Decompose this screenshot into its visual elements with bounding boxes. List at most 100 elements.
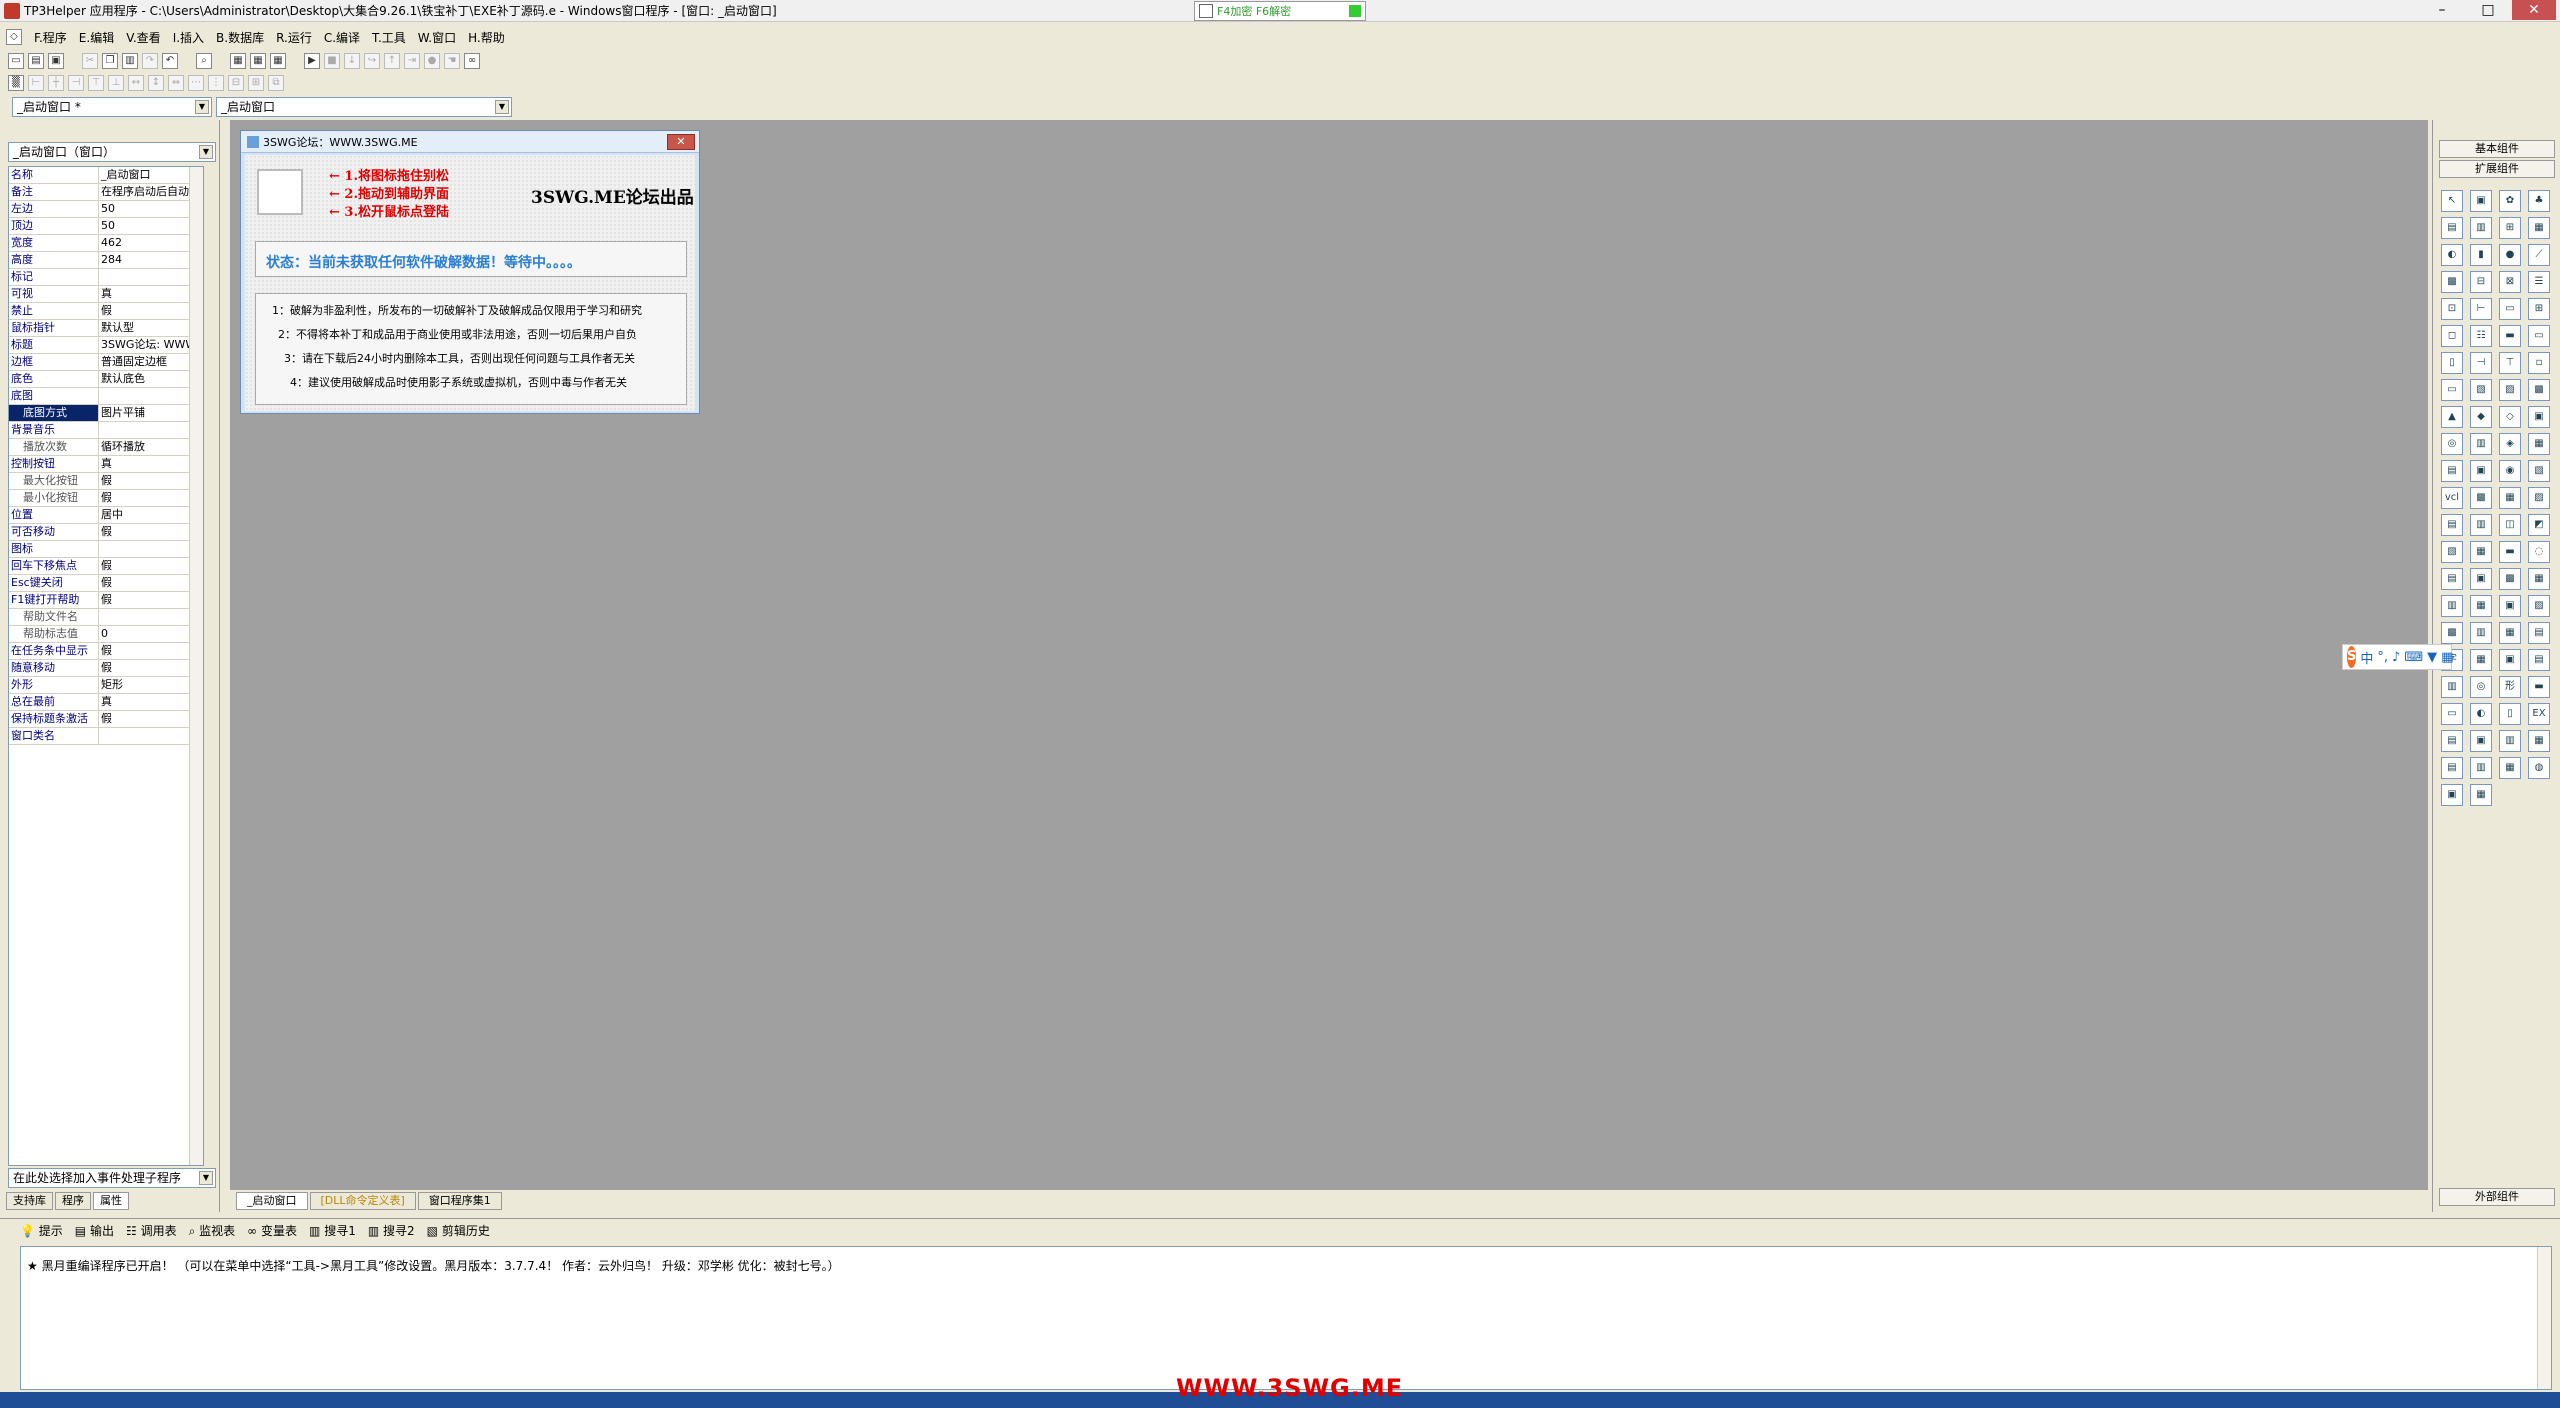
component-icon[interactable]: ◇ bbox=[2499, 406, 2521, 428]
component-icon[interactable]: ⊠ bbox=[2499, 271, 2521, 293]
property-value[interactable]: 3SWG论坛: WWW.3S bbox=[99, 337, 203, 353]
layout-3-icon[interactable]: ▦ bbox=[270, 53, 286, 69]
component-icon[interactable]: ◍ bbox=[2528, 757, 2550, 779]
h-spacing-icon[interactable]: ⋯ bbox=[188, 75, 204, 91]
property-row[interactable]: 底色 默认底色 bbox=[9, 371, 203, 388]
property-value[interactable]: 462 bbox=[99, 235, 203, 251]
property-row[interactable]: 控制按钮真 bbox=[9, 456, 203, 473]
component-icon[interactable]: ▤ bbox=[2441, 460, 2463, 482]
menu-item-database[interactable]: B.数据库 bbox=[216, 29, 264, 46]
property-row[interactable]: 位置 居中 bbox=[9, 507, 203, 524]
component-icon[interactable]: ▤ bbox=[2441, 514, 2463, 536]
menu-item-tools[interactable]: T.工具 bbox=[372, 29, 406, 46]
tab-dll-commands[interactable]: [DLL命令定义表] bbox=[309, 1192, 416, 1210]
component-icon[interactable]: ⊤ bbox=[2499, 352, 2521, 374]
property-row[interactable]: 禁止假 bbox=[9, 303, 203, 320]
component-icon[interactable]: ⟋ bbox=[2528, 244, 2550, 266]
component-icon[interactable]: ▦ bbox=[2470, 541, 2492, 563]
property-value[interactable] bbox=[99, 422, 203, 438]
property-row[interactable]: 帮助文件名 bbox=[9, 609, 203, 626]
property-row[interactable]: 最小化按钮假 bbox=[9, 490, 203, 507]
property-row[interactable]: 帮助标志值 0 bbox=[9, 626, 203, 643]
tab-watch[interactable]: ⌕ 监视表 bbox=[189, 1222, 236, 1239]
property-row[interactable]: 可视真 bbox=[9, 286, 203, 303]
component-icon[interactable]: ▲ bbox=[2441, 406, 2463, 428]
component-icon[interactable]: ▥ bbox=[2470, 622, 2492, 644]
property-value[interactable] bbox=[99, 388, 203, 404]
tab-hint[interactable]: 💡 提示 bbox=[20, 1222, 63, 1239]
property-row[interactable]: 可否移动假 bbox=[9, 524, 203, 541]
property-value[interactable]: 循环播放 bbox=[99, 439, 203, 455]
component-icon[interactable]: ▥ bbox=[2470, 433, 2492, 455]
property-row[interactable]: 高度 284 bbox=[9, 252, 203, 269]
menu-item-run[interactable]: R.运行 bbox=[276, 29, 312, 46]
open-file-icon[interactable]: ▤ bbox=[28, 53, 44, 69]
property-value[interactable]: 矩形 bbox=[99, 677, 203, 693]
same-width-icon[interactable]: ↔ bbox=[128, 75, 144, 91]
event-select[interactable]: 在此处选择加入事件处理子程序 ▼ bbox=[8, 1168, 216, 1188]
component-icon[interactable]: ◈ bbox=[2499, 433, 2521, 455]
cut-icon[interactable]: ✂ bbox=[82, 53, 98, 69]
menu-item-help[interactable]: H.帮助 bbox=[468, 29, 505, 46]
component-icon[interactable]: ▦ bbox=[2470, 595, 2492, 617]
component-icon[interactable]: ▦ bbox=[2470, 784, 2492, 806]
align-top-icon[interactable]: ⊤ bbox=[88, 75, 104, 91]
property-value[interactable]: 假 bbox=[99, 592, 203, 608]
component-icon[interactable]: ▤ bbox=[2441, 568, 2463, 590]
binoculars-icon[interactable]: ∞ bbox=[464, 53, 480, 69]
basic-components-button[interactable]: 基本组件 bbox=[2439, 140, 2555, 158]
save-icon[interactable]: ▣ bbox=[48, 53, 64, 69]
component-icon[interactable]: ⊢ bbox=[2470, 298, 2492, 320]
property-row[interactable]: 宽度 462 bbox=[9, 235, 203, 252]
component-icon[interactable]: ⊞ bbox=[2528, 298, 2550, 320]
component-icon[interactable]: ▥ bbox=[2470, 217, 2492, 239]
component-icon[interactable]: ▤ bbox=[2528, 622, 2550, 644]
chevron-down-icon[interactable]: ▼ bbox=[199, 145, 213, 159]
component-icon[interactable]: ◎ bbox=[2441, 433, 2463, 455]
component-icon[interactable]: ▨ bbox=[2528, 595, 2550, 617]
property-value[interactable]: 真 bbox=[99, 456, 203, 472]
center-h-icon[interactable]: ⊟ bbox=[228, 75, 244, 91]
property-row[interactable]: 回车下移焦点假 bbox=[9, 558, 203, 575]
component-icon[interactable]: ▨ bbox=[2499, 379, 2521, 401]
property-row[interactable]: 顶边 50 bbox=[9, 218, 203, 235]
property-row[interactable]: 背景音乐 bbox=[9, 422, 203, 439]
component-icon[interactable]: ▣ bbox=[2441, 784, 2463, 806]
order-icon[interactable]: ⧉ bbox=[268, 75, 284, 91]
layout-1-icon[interactable]: ▦ bbox=[230, 53, 246, 69]
paste-icon[interactable]: ▥ bbox=[122, 53, 138, 69]
object-selector[interactable]: _启动窗口 * ▼ bbox=[12, 97, 212, 117]
component-icon[interactable]: ◐ bbox=[2470, 703, 2492, 725]
component-icon[interactable]: ▦ bbox=[2499, 487, 2521, 509]
component-icon[interactable]: ◫ bbox=[2499, 514, 2521, 536]
component-icon[interactable]: ⊟ bbox=[2470, 271, 2492, 293]
find-icon[interactable]: ⌕ bbox=[196, 53, 212, 69]
grid-menu-icon[interactable]: ▦ bbox=[2441, 650, 2453, 665]
tab-program[interactable]: 程序 bbox=[55, 1192, 91, 1210]
new-file-icon[interactable]: ▭ bbox=[8, 53, 24, 69]
property-value[interactable]: 真 bbox=[99, 694, 203, 710]
run-to-cursor-icon[interactable]: ⇥ bbox=[404, 53, 420, 69]
property-value[interactable]: 284 bbox=[99, 252, 203, 268]
property-row[interactable]: 图标 bbox=[9, 541, 203, 558]
component-icon[interactable]: ▧ bbox=[2441, 541, 2463, 563]
component-icon[interactable]: ▭ bbox=[2499, 298, 2521, 320]
component-icon[interactable]: ◻ bbox=[2441, 325, 2463, 347]
redo-icon[interactable]: ↷ bbox=[142, 53, 158, 69]
property-value[interactable]: 假 bbox=[99, 558, 203, 574]
property-grid[interactable]: 名称 _启动窗口 备注 在程序启动后自动 左边 50 顶边 50 宽度 462 高度 284 标记 可视真… bbox=[8, 166, 204, 1166]
hand-icon[interactable]: ☚ bbox=[444, 53, 460, 69]
component-icon[interactable]: ✿ bbox=[2499, 190, 2521, 212]
component-icon[interactable]: ▦ bbox=[2470, 649, 2492, 671]
property-value[interactable]: 假 bbox=[99, 711, 203, 727]
property-value[interactable] bbox=[99, 609, 203, 625]
component-icon[interactable]: ▣ bbox=[2470, 568, 2492, 590]
property-row[interactable]: 播放次数 循环播放 bbox=[9, 439, 203, 456]
property-value[interactable] bbox=[99, 728, 203, 744]
property-row[interactable]: 总在最前真 bbox=[9, 694, 203, 711]
ime-toolbar[interactable]: S 中 °, ♪ ⌨ ▼ ▦ bbox=[2342, 644, 2453, 670]
maximize-button[interactable]: □ bbox=[2466, 0, 2510, 20]
external-components-button[interactable]: 外部组件 bbox=[2439, 1188, 2555, 1206]
tab-library[interactable]: 支持库 bbox=[6, 1192, 53, 1210]
component-icon[interactable]: ▣ bbox=[2528, 406, 2550, 428]
